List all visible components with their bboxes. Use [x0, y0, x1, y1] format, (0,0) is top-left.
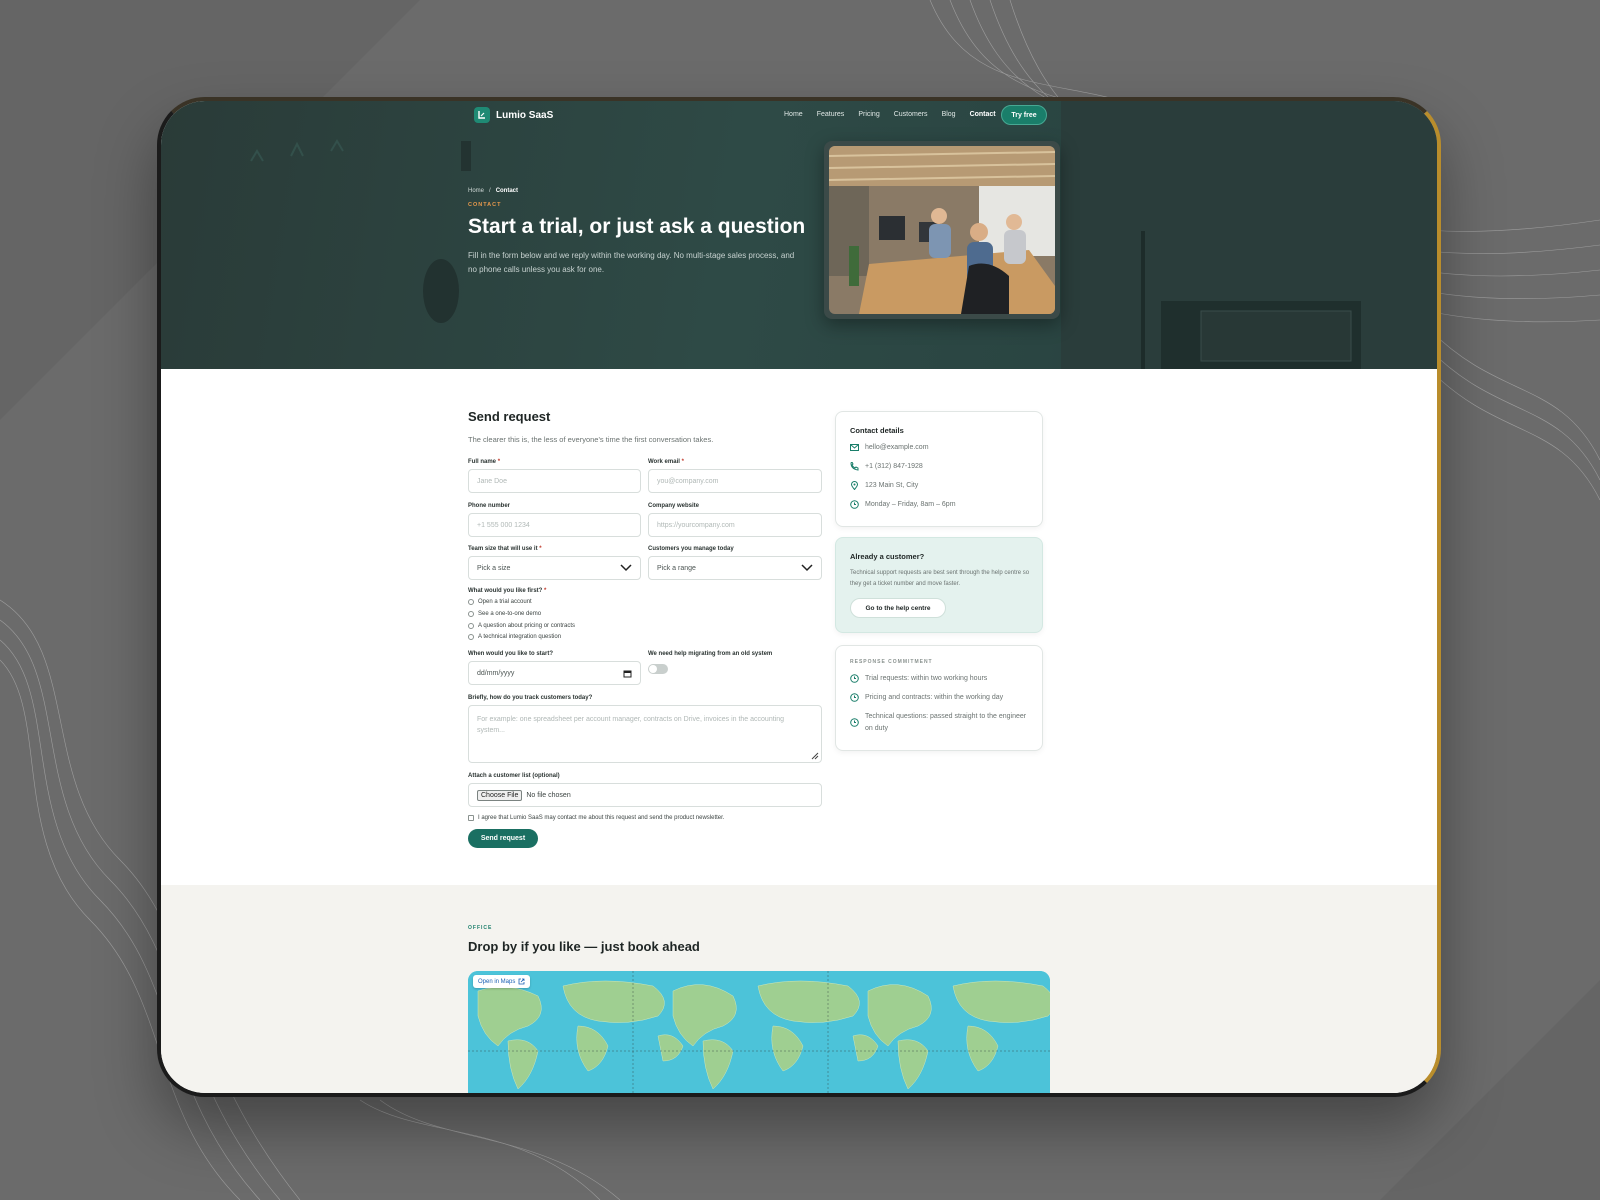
radio-button[interactable]: [468, 611, 474, 617]
form-subtitle: The clearer this is, the less of everyon…: [468, 435, 714, 444]
clock-icon: [850, 693, 859, 702]
try-free-button[interactable]: Try free: [1001, 105, 1047, 125]
world-map: [468, 971, 1050, 1093]
resize-handle-icon[interactable]: [811, 752, 819, 760]
breadcrumb: Home / Contact: [468, 188, 518, 194]
start-date-label: When would you like to start?: [468, 651, 554, 657]
contact-form-section: Send request The clearer this is, the le…: [161, 369, 1437, 885]
start-date-input[interactable]: dd/mm/yyyy: [468, 661, 641, 685]
full-name-label: Full name *: [468, 459, 501, 465]
page-title: Start a trial, or just ask a question: [468, 215, 806, 238]
top-navigation: Lumio SaaS Home Features Pricing Custome…: [468, 101, 1054, 131]
office-title: Drop by if you like — just book ahead: [468, 939, 700, 954]
radio-technical[interactable]: A technical integration question: [468, 634, 561, 640]
commitment-item: Trial requests: within two working hours: [850, 673, 1030, 685]
chevron-down-icon: [620, 564, 632, 572]
breadcrumb-current: Contact: [495, 188, 519, 194]
nav-link-contact[interactable]: Contact: [970, 111, 996, 118]
file-upload: Choose File No file chosen: [468, 783, 822, 807]
office-map[interactable]: Open in Maps: [468, 971, 1050, 1093]
device-frame: Lumio SaaS Home Features Pricing Custome…: [157, 97, 1441, 1097]
tracking-textarea[interactable]: For example: one spreadsheet per account…: [468, 705, 822, 763]
choose-file-button[interactable]: Choose File: [477, 789, 523, 801]
open-in-maps-link[interactable]: Open in Maps: [473, 975, 531, 988]
clock-icon: [850, 674, 859, 683]
radio-pricing[interactable]: A question about pricing or contracts: [468, 623, 575, 629]
existing-customer-card: Already a customer? Technical support re…: [835, 537, 1043, 633]
commitment-item: Pricing and contracts: within the workin…: [850, 692, 1030, 704]
website-input[interactable]: https://yourcompany.com: [648, 513, 822, 537]
nav-link-pricing[interactable]: Pricing: [858, 111, 879, 118]
office-eyebrow: OFFICE: [468, 925, 493, 931]
brand-name: Lumio SaaS: [496, 109, 554, 121]
radio-button[interactable]: [468, 599, 474, 605]
contact-phone[interactable]: +1 (312) 847-1928: [850, 461, 923, 473]
logo-icon: [474, 107, 490, 123]
migrating-label: We need help migrating from an old syste…: [648, 651, 773, 657]
radio-button[interactable]: [468, 623, 474, 629]
brand[interactable]: Lumio SaaS: [474, 107, 553, 123]
nav-link-blog[interactable]: Blog: [942, 111, 956, 118]
contact-email[interactable]: hello@example.com: [850, 442, 929, 454]
nav-link-customers[interactable]: Customers: [894, 111, 928, 118]
office-team-photo: [824, 141, 1060, 319]
breadcrumb-home[interactable]: Home: [468, 188, 484, 194]
calendar-icon[interactable]: [623, 669, 632, 678]
contact-details-card: Contact details hello@example.com +1 (31…: [835, 411, 1043, 527]
mail-icon: [850, 443, 859, 452]
start-date-placeholder: dd/mm/yyyy: [477, 669, 515, 677]
contact-address: 123 Main St, City: [850, 480, 918, 492]
customers-label: Customers you manage today: [648, 546, 734, 552]
tracking-label: Briefly, how do you track customers toda…: [468, 695, 593, 701]
team-size-select[interactable]: Pick a size: [468, 556, 641, 580]
consent-row: I agree that Lumio SaaS may contact me a…: [468, 815, 724, 821]
customers-select[interactable]: Pick a range: [648, 556, 822, 580]
work-email-input[interactable]: you@company.com: [648, 469, 822, 493]
team-size-value: Pick a size: [477, 564, 511, 572]
phone-icon: [850, 462, 859, 471]
hero-eyebrow: CONTACT: [468, 202, 502, 208]
clock-icon: [850, 500, 859, 509]
office-section: OFFICE Drop by if you like — just book a…: [161, 885, 1437, 1093]
contact-hours: Monday – Friday, 8am – 6pm: [850, 499, 956, 511]
form-title: Send request: [468, 409, 551, 424]
full-name-input[interactable]: Jane Doe: [468, 469, 641, 493]
team-size-label: Team size that will use it *: [468, 546, 542, 552]
clock-icon: [850, 718, 859, 727]
work-email-label: Work email *: [648, 459, 684, 465]
help-centre-button[interactable]: Go to the help centre: [850, 598, 946, 618]
radio-trial[interactable]: Open a trial account: [468, 599, 532, 605]
tracking-placeholder: For example: one spreadsheet per account…: [477, 716, 785, 734]
hero-subtitle: Fill in the form below and we reply with…: [468, 251, 795, 274]
hero-section: Lumio SaaS Home Features Pricing Custome…: [161, 101, 1437, 369]
consent-text: I agree that Lumio SaaS may contact me a…: [478, 815, 725, 821]
file-status: No file chosen: [526, 791, 571, 799]
breadcrumb-separator: /: [489, 188, 491, 194]
nav-link-features[interactable]: Features: [817, 111, 845, 118]
migrating-toggle[interactable]: [648, 664, 668, 674]
customers-value: Pick a range: [657, 564, 696, 572]
response-commitment-card: RESPONSE COMMITMENT Trial requests: with…: [835, 645, 1043, 751]
contact-details-title: Contact details: [850, 426, 904, 435]
phone-input[interactable]: +1 555 000 1234: [468, 513, 641, 537]
attach-label: Attach a customer list (optional): [468, 773, 560, 779]
nav-link-home[interactable]: Home: [784, 111, 803, 118]
website: Lumio SaaS Home Features Pricing Custome…: [161, 101, 1437, 1093]
nav-links: Home Features Pricing Customers Blog Con…: [784, 111, 996, 118]
radio-demo[interactable]: See a one-to-one demo: [468, 611, 541, 617]
radio-button[interactable]: [468, 634, 474, 640]
chevron-down-icon: [801, 564, 813, 572]
phone-label: Phone number: [468, 503, 511, 509]
website-label: Company website: [648, 503, 700, 509]
consent-checkbox[interactable]: [468, 815, 474, 821]
response-commitment-eyebrow: RESPONSE COMMITMENT: [850, 659, 933, 665]
first-choice-label: What would you like first? *: [468, 588, 547, 594]
existing-customer-title: Already a customer?: [850, 552, 925, 561]
map-pin-icon: [850, 481, 859, 490]
hero-content: Lumio SaaS Home Features Pricing Custome…: [468, 101, 1060, 369]
commitment-item: Technical questions: passed straight to …: [850, 711, 1030, 735]
existing-customer-text: Technical support requests are best sent…: [850, 570, 1030, 587]
external-link-icon: [518, 978, 525, 985]
send-request-button[interactable]: Send request: [468, 829, 538, 848]
